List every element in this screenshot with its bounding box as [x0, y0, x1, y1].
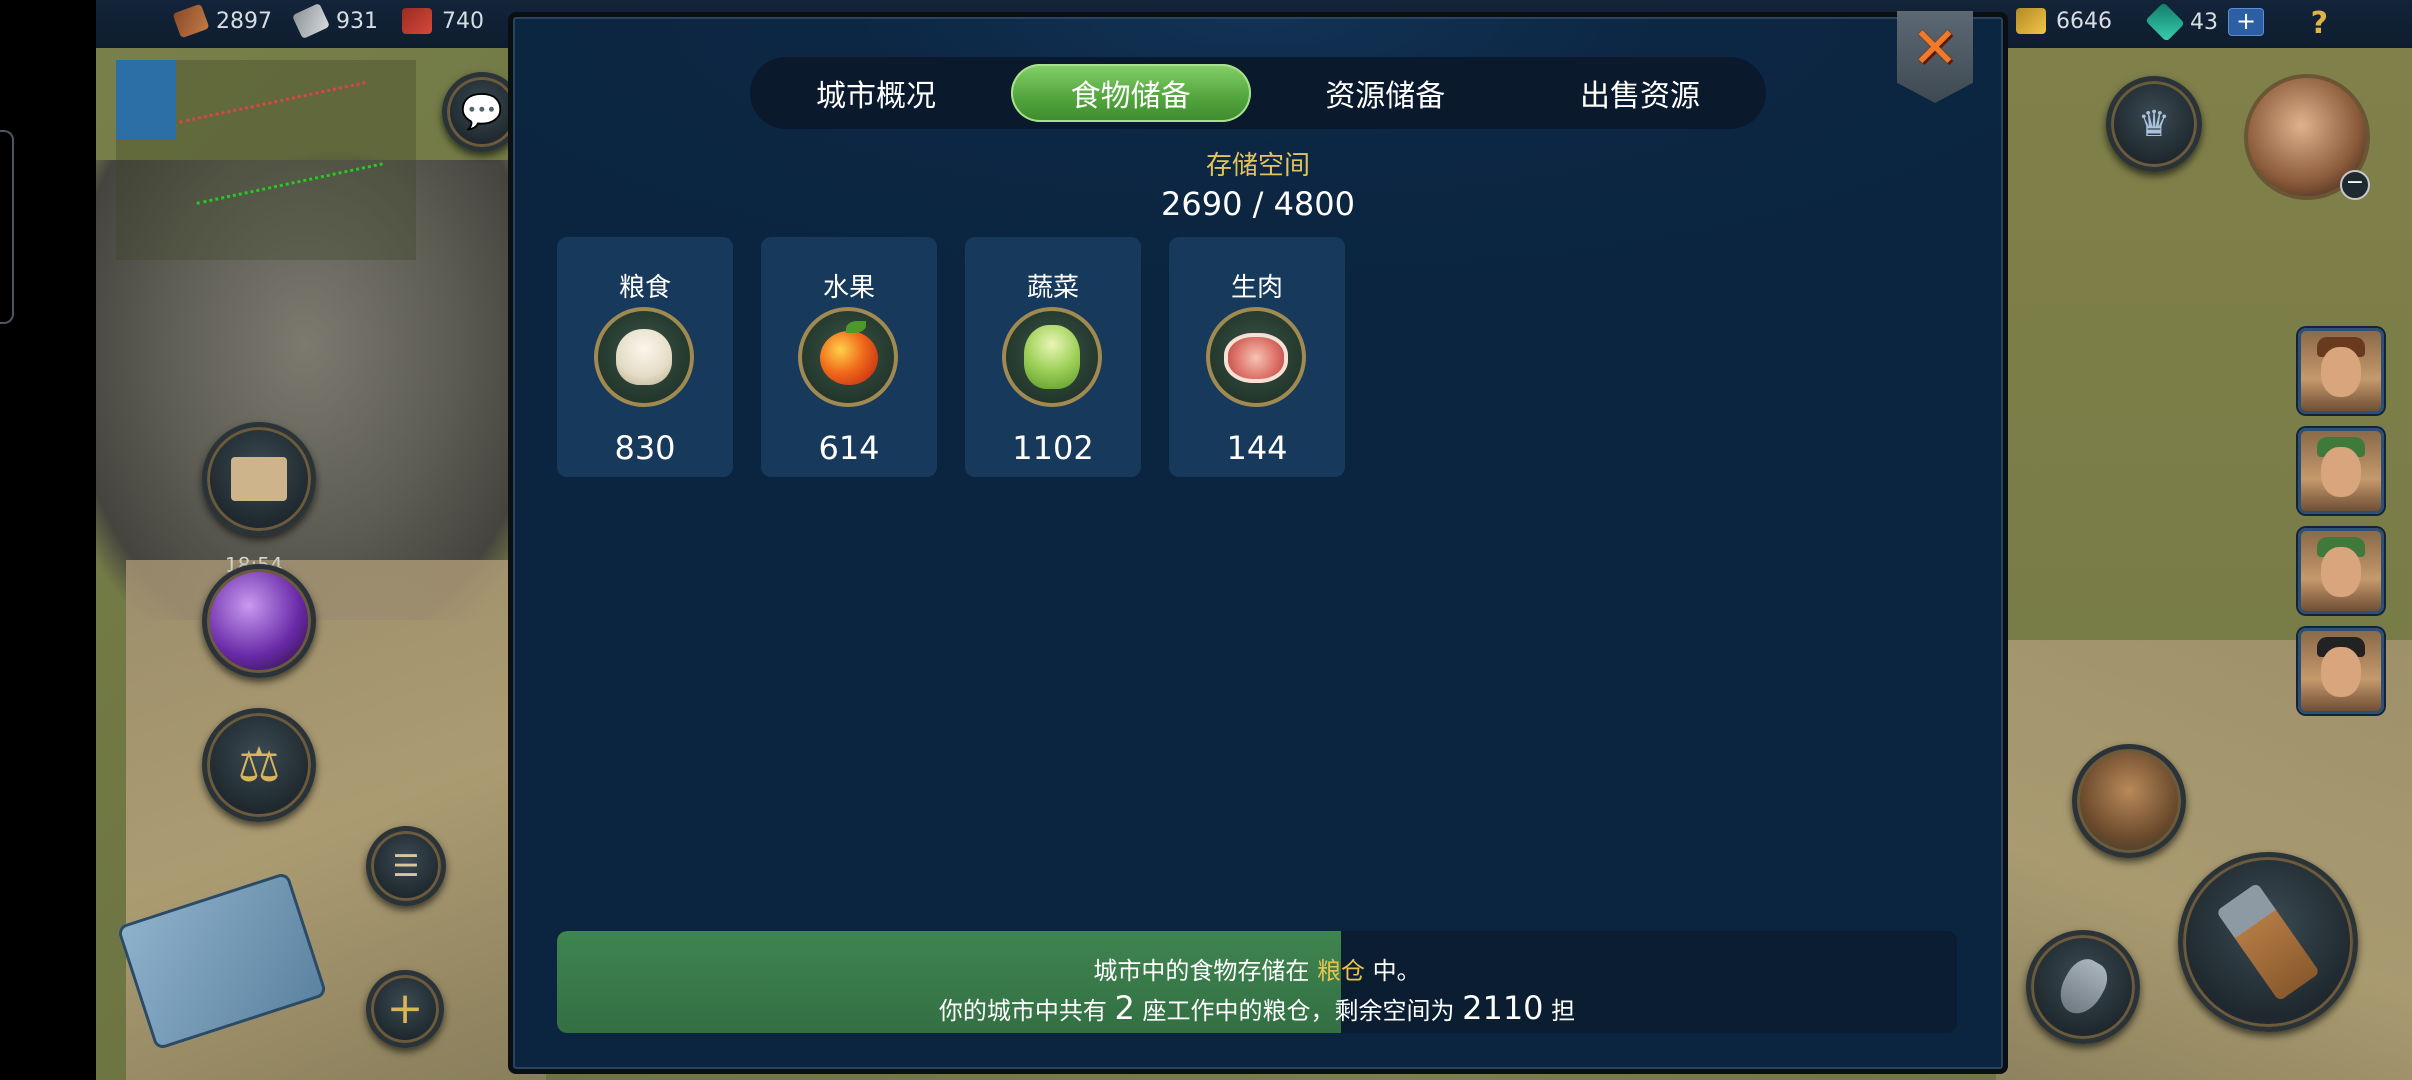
dig-button[interactable] [2026, 930, 2140, 1044]
info-text: 城市中的食物存储在 [1093, 957, 1317, 985]
food-name: 水果 [822, 273, 875, 303]
tab-food-storage[interactable]: 食物储备 [1010, 64, 1251, 122]
portrait-face [2321, 647, 2361, 697]
crown-icon: ♛ [2137, 103, 2171, 145]
resource-iron: 931 [291, 2, 378, 40]
portrait-face [2321, 347, 2361, 397]
food-name: 粮食 [618, 273, 671, 303]
raw-meat-shape [1224, 333, 1288, 383]
food-amount: 144 [1226, 429, 1288, 467]
panel-tabs: 城市概况 食物储备 资源储备 出售资源 [750, 57, 1766, 129]
apple-shape [820, 331, 878, 385]
general-portrait-4[interactable] [2298, 628, 2384, 714]
apple-icon [798, 307, 898, 407]
close-icon: ✕ [1911, 16, 1959, 81]
food-name: 生肉 [1230, 273, 1283, 303]
side-drawer-handle[interactable] [0, 130, 14, 324]
balance-scale-button[interactable]: ⚖ [202, 708, 316, 822]
resource-wood-value: 2897 [216, 8, 272, 34]
info-text: 你的城市中共有 [938, 997, 1115, 1025]
gourd-button[interactable] [2072, 744, 2186, 858]
gold-icon [2016, 8, 2046, 34]
wood-icon [172, 3, 210, 39]
resource-iron-value: 931 [336, 8, 378, 34]
minus-icon[interactable]: − [2340, 170, 2370, 200]
food-card-fruit[interactable]: 水果 614 [761, 237, 937, 477]
cabbage-icon [1002, 307, 1102, 407]
minimap[interactable] [116, 60, 416, 260]
remaining-space: 2110 [1462, 989, 1544, 1027]
portrait-face [2321, 547, 2361, 597]
storage-value: 2690 / 4800 [1161, 185, 1355, 223]
apple-leaf-shape [846, 321, 866, 333]
granary-info-bar: 城市中的食物存储在 粮仓 中。 你的城市中共有 2 座工作中的粮仓，剩余空间为 … [557, 931, 1957, 1033]
kingdom-button[interactable]: ♛ [2106, 76, 2202, 172]
help-button[interactable]: ? [2311, 6, 2328, 41]
resource-gem-value: 43 [2190, 9, 2218, 35]
blueprint-build-button[interactable] [112, 856, 332, 1051]
blueprint-scroll-icon [116, 871, 328, 1051]
shovel-icon [2051, 952, 2115, 1022]
tab-city-overview[interactable]: 城市概况 [756, 64, 996, 122]
grain-sack-icon [594, 307, 694, 407]
general-portrait-2[interactable] [2298, 428, 2384, 514]
archive-button[interactable] [202, 422, 316, 536]
resource-gem: 43 + [2145, 2, 2264, 42]
storage-title: 存储空间 [1205, 151, 1310, 181]
buy-gems-button[interactable]: + [2228, 8, 2264, 36]
info-unit: 担 [1543, 997, 1576, 1025]
food-amount: 1102 [1012, 429, 1094, 467]
resource-brick-value: 740 [442, 8, 484, 34]
granary-link[interactable]: 粮仓 [1317, 957, 1365, 985]
tab-resource-storage[interactable]: 资源储备 [1265, 64, 1505, 122]
minimap-path [179, 81, 383, 205]
info-text: 座工作中的粮仓，剩余空间为 [1134, 997, 1463, 1025]
potion-button[interactable] [202, 564, 316, 678]
folder-icon [231, 457, 287, 501]
resource-brick: 740 [402, 8, 484, 34]
tab-sell-resources[interactable]: 出售资源 [1520, 64, 1760, 122]
food-amount: 614 [818, 429, 880, 467]
food-name: 蔬菜 [1026, 273, 1079, 303]
food-card-grain[interactable]: 粮食 830 [557, 237, 733, 477]
plus-icon: + [386, 983, 424, 1034]
granary-info-line1: 城市中的食物存储在 粮仓 中。 [557, 951, 1957, 986]
resource-wood: 2897 [172, 3, 272, 39]
food-card-meat[interactable]: 生肉 144 [1169, 237, 1345, 477]
minimap-water [116, 60, 176, 140]
close-button[interactable]: ✕ [1897, 11, 1973, 103]
resource-gold-value: 6646 [2056, 8, 2112, 34]
city-storage-panel: 城市概况 食物储备 资源储备 出售资源 ✕ 存储空间 2690 / 4800 粮… [508, 11, 2008, 1074]
grain-sack-shape [616, 329, 672, 385]
general-portrait-1[interactable] [2298, 328, 2384, 414]
layers-button[interactable]: ☰ [366, 826, 446, 906]
food-card-vegetable[interactable]: 蔬菜 1102 [965, 237, 1141, 477]
player-avatar[interactable]: − [2244, 74, 2370, 200]
food-amount: 830 [614, 429, 676, 467]
granary-info-line2: 你的城市中共有 2 座工作中的粮仓，剩余空间为 2110 担 [557, 989, 1957, 1027]
raw-meat-icon [1206, 307, 1306, 407]
brick-icon [402, 8, 432, 34]
food-cards: 粮食 830 水果 614 蔬菜 1102 生肉 144 [557, 237, 1345, 477]
build-hammer-button[interactable] [2178, 852, 2358, 1032]
info-text: 中。 [1365, 957, 1421, 985]
general-portrait-3[interactable] [2298, 528, 2384, 614]
chat-bubble-icon: 💬 [460, 92, 504, 132]
portrait-face [2321, 447, 2361, 497]
iron-icon [291, 2, 331, 40]
gem-icon [2145, 2, 2185, 42]
resource-gold: 6646 [2016, 8, 2112, 34]
cabbage-shape [1024, 325, 1080, 389]
hammer-icon [2215, 882, 2321, 1002]
granary-count: 2 [1114, 989, 1135, 1027]
layers-icon: ☰ [392, 848, 420, 884]
balance-scale-icon: ⚖ [237, 737, 281, 793]
add-button[interactable]: + [366, 970, 444, 1048]
